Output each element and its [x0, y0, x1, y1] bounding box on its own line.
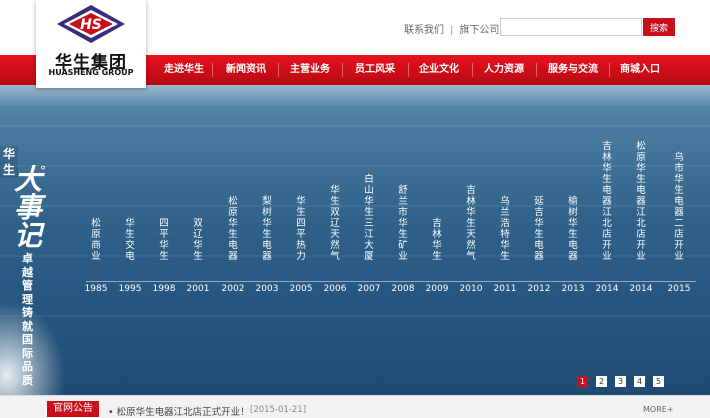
top-links: 联系我们 | 旗下公司: [404, 21, 499, 36]
event-description: 延吉华生电器: [534, 196, 544, 262]
event-year: 2012: [527, 284, 551, 294]
event-description: 松原华生电器江北店开业: [636, 141, 646, 262]
notice-label: 官网公告: [47, 401, 99, 417]
event-year: 2014: [595, 284, 619, 294]
nav-divider: [212, 63, 213, 77]
contact-us-link[interactable]: 联系我们: [404, 25, 444, 36]
slide-page-3[interactable]: 3: [615, 376, 626, 387]
notice-date: [2015-01-21]: [250, 405, 307, 415]
memorabilia-title: 华生 大事记 ° 卓越管理铸就国际品质: [0, 138, 60, 388]
timeline-axis: [86, 281, 696, 282]
big-events-heading: 大事记: [14, 163, 43, 252]
logo[interactable]: HS 华生集团 HUASHENG GROUP: [36, 0, 146, 88]
event-year: 2003: [255, 284, 279, 294]
event-year: 2007: [357, 284, 381, 294]
event-description: 吉林华生天然气: [466, 185, 476, 262]
event-year: 1995: [118, 284, 142, 294]
event-description: 吉林华生电器江北店开业: [602, 141, 612, 262]
huasheng-logo-icon: HS: [57, 5, 125, 43]
event-description: 华生四平热力: [296, 196, 306, 262]
event-year: 2009: [425, 284, 449, 294]
slide-page-1[interactable]: 1: [577, 376, 588, 387]
more-link[interactable]: MORE+: [643, 405, 674, 414]
event-year: 2013: [561, 284, 585, 294]
event-description: 四平华生: [159, 218, 169, 262]
nav-divider: [278, 63, 279, 77]
event-year: 2002: [221, 284, 245, 294]
slide-page-2[interactable]: 2: [596, 376, 607, 387]
nav-item-mall[interactable]: 商城入口: [610, 55, 670, 85]
notice-headline-link[interactable]: • 松原华生电器江北店正式开业！: [108, 404, 250, 418]
wave-line: [0, 315, 710, 317]
event-description: 梨树华生电器: [262, 196, 272, 262]
event-description: 榆树华生电器: [568, 196, 578, 262]
event-year: 2011: [493, 284, 517, 294]
nav-item-news[interactable]: 新闻资讯: [216, 55, 276, 85]
nav-item-business[interactable]: 主营业务: [280, 55, 340, 85]
notice-bar: 官网公告 • 松原华生电器江北店正式开业！ [2015-01-21] MORE+: [0, 395, 710, 418]
nav-divider: [472, 63, 473, 77]
nav-item-staff[interactable]: 员工风采: [345, 55, 405, 85]
degree-mark: °: [40, 164, 46, 178]
link-separator: |: [450, 25, 454, 36]
event-year: 2008: [391, 284, 415, 294]
event-description: 双辽华生: [193, 218, 203, 262]
nav-item-culture[interactable]: 企业文化: [409, 55, 469, 85]
event-description: 白山华生三江大厦: [364, 174, 374, 262]
event-description: 吉林华生: [432, 218, 442, 262]
sky-background: [0, 85, 710, 105]
nav-item-hr[interactable]: 人力资源: [474, 55, 534, 85]
event-year: 2010: [459, 284, 483, 294]
event-description: 华生双辽天然气: [330, 185, 340, 262]
slide-page-4[interactable]: 4: [634, 376, 645, 387]
search-button[interactable]: 搜索: [643, 18, 675, 36]
event-year: 1998: [152, 284, 176, 294]
event-year: 2015: [667, 284, 691, 294]
event-year: 2006: [323, 284, 347, 294]
nav-item-about[interactable]: 走进华生: [154, 55, 214, 85]
event-description: 松原华生电器: [228, 196, 238, 262]
search-input[interactable]: [500, 18, 642, 36]
event-year: 1985: [84, 284, 108, 294]
event-description: 乌兰浩特华生: [500, 196, 510, 262]
event-year: 2005: [289, 284, 313, 294]
event-description: 舒兰市华生矿业: [398, 185, 408, 262]
slide-page-5[interactable]: 5: [653, 376, 664, 387]
logo-english-name: HUASHENG GROUP: [48, 68, 134, 77]
subsidiaries-link[interactable]: 旗下公司: [459, 25, 499, 36]
event-description: 乌市华生电器二店开业: [674, 152, 684, 262]
nav-item-service[interactable]: 服务与交流: [541, 55, 605, 85]
event-year: 2014: [629, 284, 653, 294]
event-description: 华生交电: [125, 218, 135, 262]
event-year: 2001: [186, 284, 210, 294]
wave-line: [0, 125, 710, 127]
event-description: 松原商业: [91, 218, 101, 262]
nav-divider: [536, 63, 537, 77]
nav-divider: [342, 63, 343, 77]
slogan: 卓越管理铸就国际品质: [22, 252, 33, 387]
svg-text:HS: HS: [80, 17, 102, 33]
